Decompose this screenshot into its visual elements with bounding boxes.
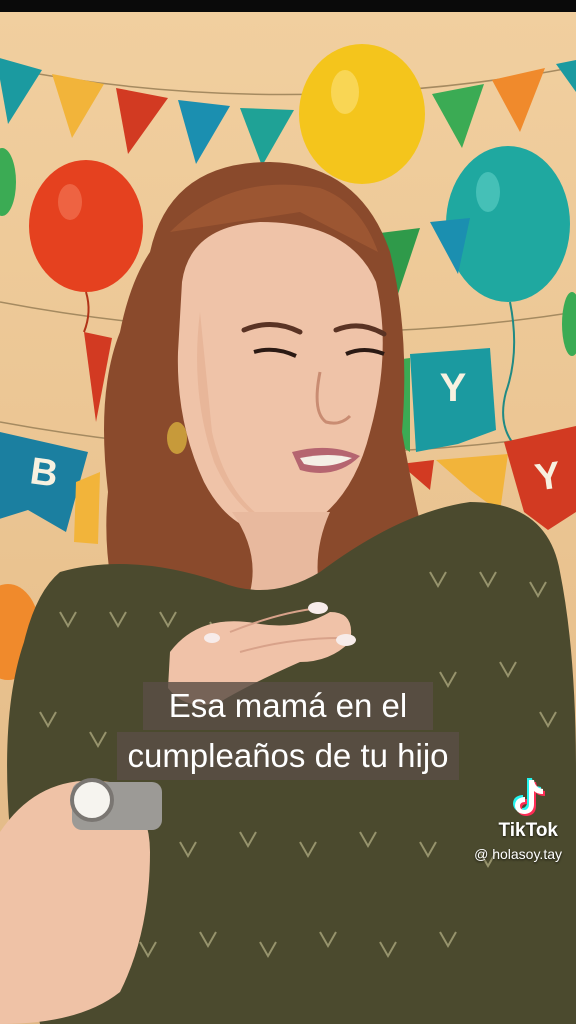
party-backdrop	[0, 44, 576, 1024]
tiktok-watermark: TikTok @ holasoy.tay	[432, 776, 562, 862]
banner-letter-b: B	[27, 450, 61, 496]
caption-line-1-wrap: Esa mamá en el	[0, 682, 576, 730]
caption-line-1: Esa mamá en el	[142, 682, 434, 730]
tiktok-brand-label: TikTok	[498, 820, 558, 841]
banner-letter-y2: Y	[532, 454, 564, 500]
wristwatch	[70, 778, 162, 830]
video-frame[interactable]: B Y Y Esa mamá en el cumpleaños de tu hi…	[0, 0, 576, 1024]
creator-handle: @ holasoy.tay	[474, 846, 562, 862]
caption-line-2: cumpleaños de tu hijo	[117, 732, 459, 780]
video-scene: B Y Y	[0, 12, 576, 1024]
caption-line-2-wrap: cumpleaños de tu hijo	[0, 732, 576, 780]
banner-letter-y1: Y	[439, 366, 467, 410]
tiktok-note-icon	[513, 778, 545, 816]
status-bar	[0, 0, 576, 12]
